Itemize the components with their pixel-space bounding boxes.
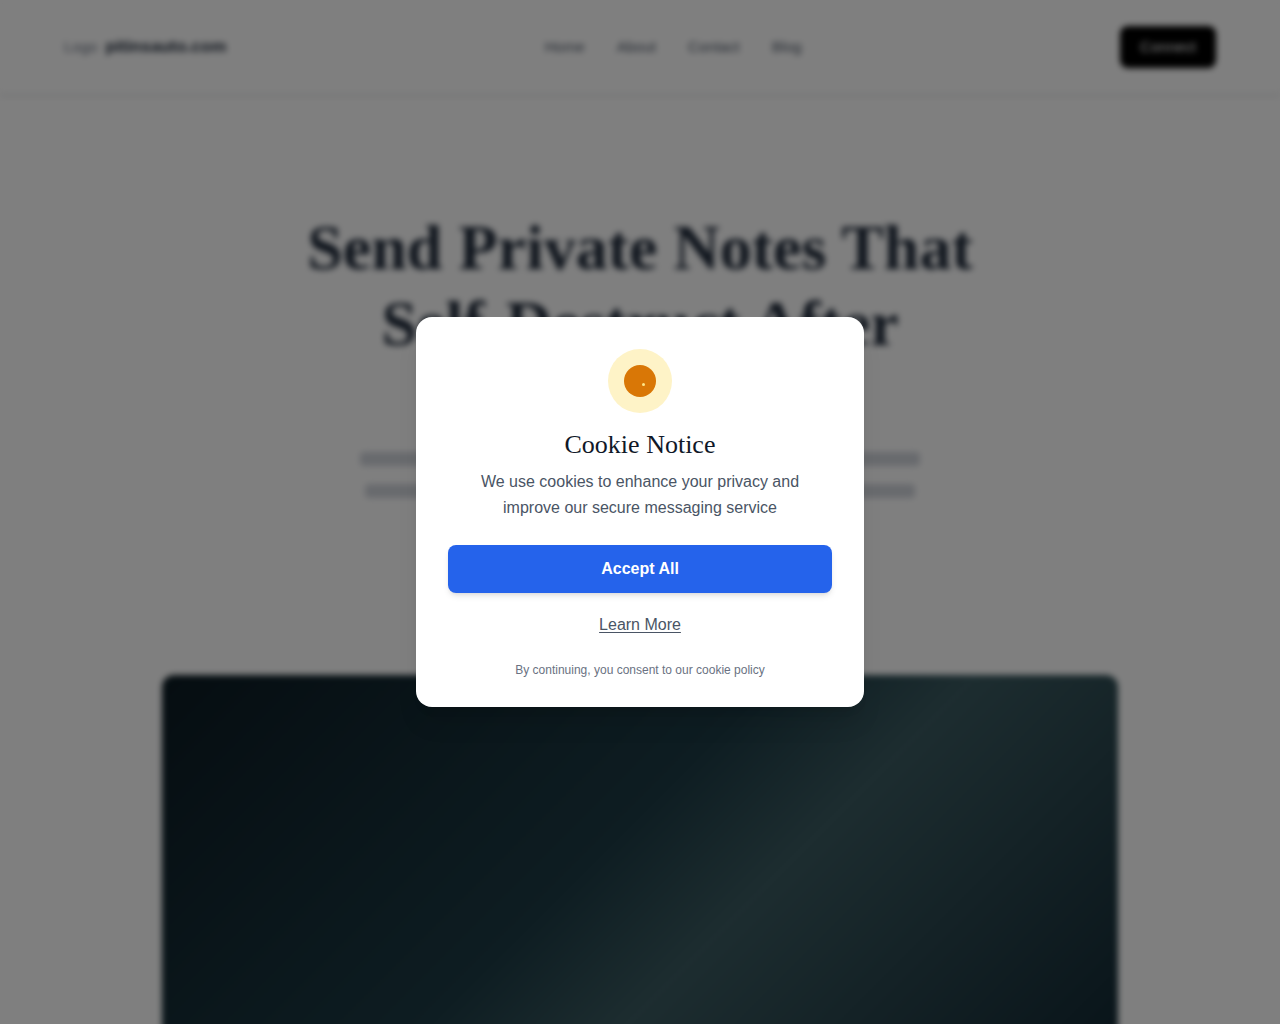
- modal-footnote: By continuing, you consent to our cookie…: [515, 661, 764, 679]
- accept-button[interactable]: Accept All: [448, 545, 832, 593]
- cookie-icon: [608, 349, 672, 413]
- cookie-chip-icon: [642, 383, 645, 386]
- cookie-modal: Cookie Notice We use cookies to enhance y…: [416, 317, 864, 707]
- modal-overlay: Cookie Notice We use cookies to enhance y…: [0, 0, 1280, 1024]
- modal-message: We use cookies to enhance your privacy a…: [448, 469, 832, 521]
- cookie-inner-icon: [624, 365, 656, 397]
- learn-more-link[interactable]: Learn More: [599, 613, 681, 637]
- modal-title: Cookie Notice: [565, 429, 716, 461]
